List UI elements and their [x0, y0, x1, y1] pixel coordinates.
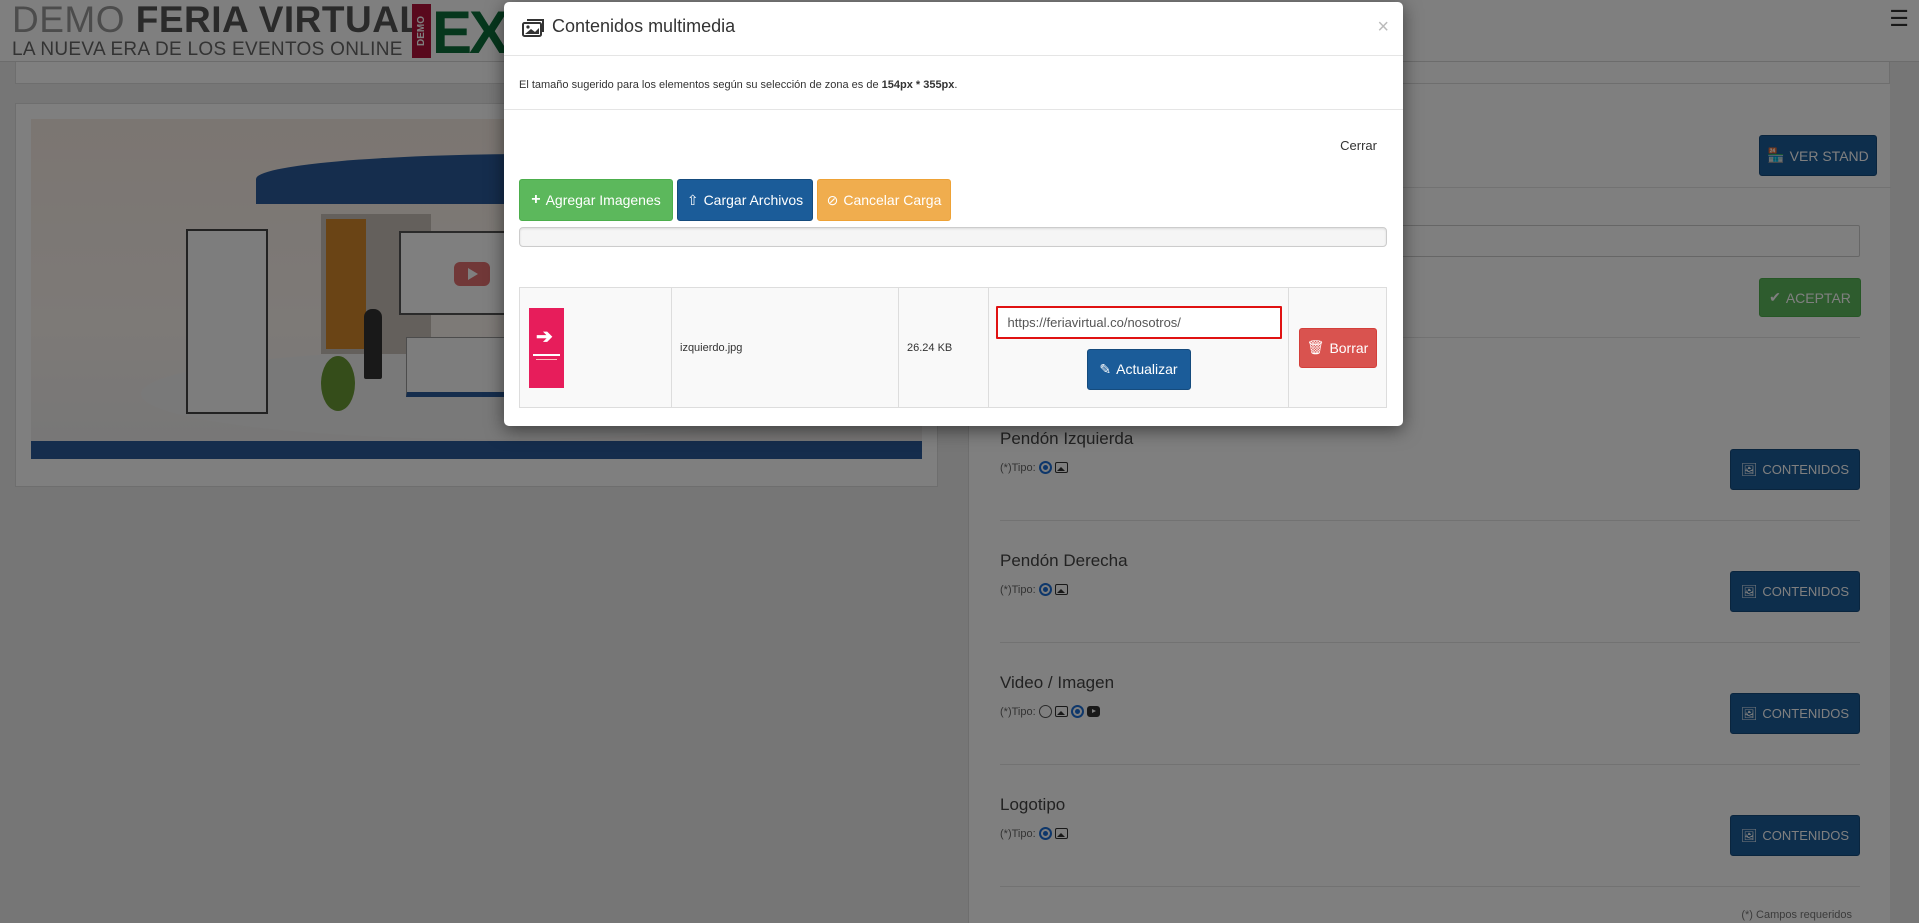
gallery-icon	[522, 18, 544, 37]
filesize-cell: 26.24 KB	[898, 287, 989, 408]
url-input[interactable]	[995, 305, 1282, 339]
files-table: ➔ izquierdo.jpg 26.24 KB ✎ Actualizar 🗑 …	[519, 287, 1387, 408]
thumbnail-cell: ➔	[519, 287, 672, 408]
upload-files-button[interactable]: ⇧ Cargar Archivos	[677, 179, 813, 221]
edit-icon: ✎	[1099, 360, 1112, 377]
actualizar-button[interactable]: ✎ Actualizar	[1086, 348, 1191, 390]
trash-icon: 🗑	[1306, 339, 1325, 355]
add-images-button[interactable]: + Agregar Imagenes	[519, 179, 673, 221]
filename-cell: izquierdo.jpg	[671, 287, 899, 408]
ban-icon: ⊘	[826, 191, 839, 208]
delete-cell: 🗑 Borrar	[1288, 287, 1387, 408]
multimedia-modal: Contenidos multimedia × El tamaño sugeri…	[504, 2, 1403, 426]
size-suggestion-note: El tamaño sugerido para los elementos se…	[519, 79, 958, 91]
cerrar-link[interactable]: Cerrar	[1340, 138, 1377, 153]
upload-progress-bar	[519, 227, 1387, 247]
modal-header: Contenidos multimedia ×	[504, 2, 1403, 56]
cancel-upload-button[interactable]: ⊘ Cancelar Carga	[817, 179, 951, 221]
table-row: ➔ izquierdo.jpg 26.24 KB ✎ Actualizar 🗑 …	[519, 287, 1387, 408]
modal-title: Contenidos multimedia	[552, 16, 736, 36]
close-icon[interactable]: ×	[1377, 16, 1389, 39]
upload-circle-icon: ⇧	[686, 191, 699, 208]
arrow-icon: ➔	[536, 325, 553, 348]
plus-icon: +	[531, 191, 541, 208]
arrow-logo-thumbnail: ➔	[529, 307, 564, 388]
url-cell: ✎ Actualizar	[988, 287, 1289, 408]
borrar-button[interactable]: 🗑 Borrar	[1298, 327, 1377, 368]
suggested-size: 154px * 355px	[881, 79, 955, 91]
